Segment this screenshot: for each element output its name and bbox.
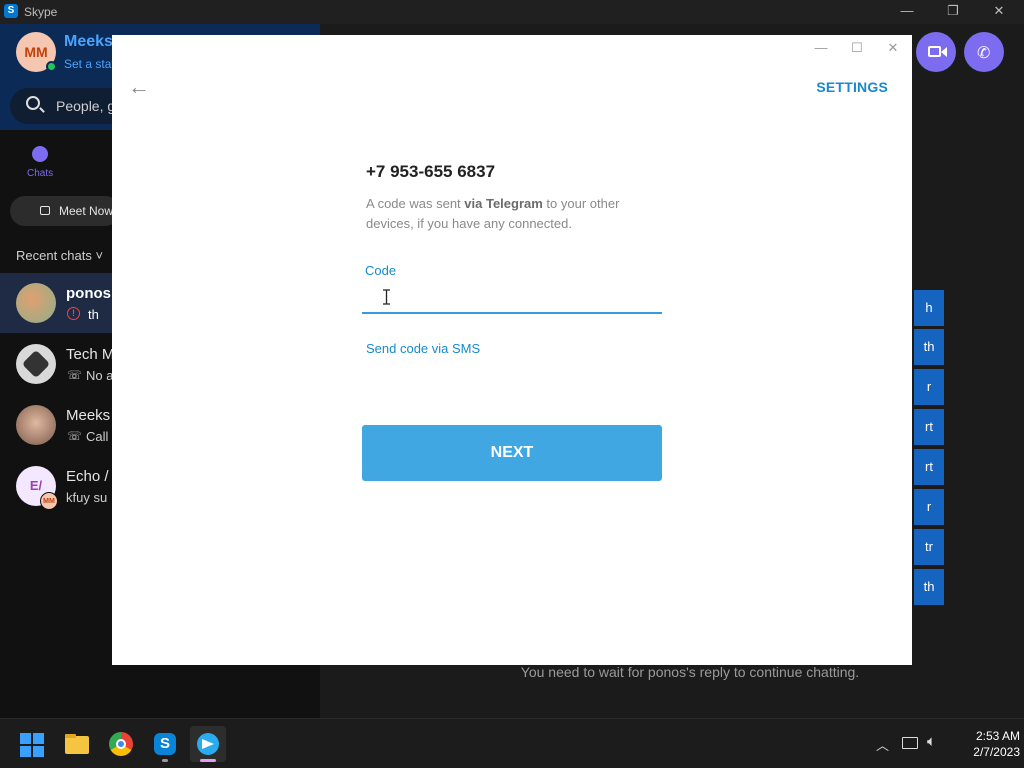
skype-close-button[interactable]: ✕ xyxy=(976,0,1022,24)
message-bubble[interactable]: tr xyxy=(914,529,944,565)
telegram-icon[interactable] xyxy=(190,726,226,762)
desc-prefix: A code was sent xyxy=(366,196,465,211)
send-code-via-sms-link[interactable]: Send code via SMS xyxy=(366,341,480,356)
call-icon: ☏ xyxy=(67,429,83,443)
chat-preview: Call xyxy=(86,429,109,444)
skype-window-title: Skype xyxy=(24,5,58,19)
desc-bold: via Telegram xyxy=(464,196,543,211)
chat-avatar xyxy=(16,405,56,445)
network-icon[interactable] xyxy=(902,737,918,749)
chevron-up-icon[interactable]: ︿ xyxy=(876,735,889,754)
chats-tab-icon[interactable] xyxy=(32,146,48,162)
clock-date: 2/7/2023 xyxy=(973,745,1020,759)
skype-maximize-button[interactable]: ❐ xyxy=(930,0,976,24)
code-sent-description: A code was sent via Telegram to your oth… xyxy=(366,194,666,234)
message-bubble[interactable]: th xyxy=(914,329,944,365)
telegram-minimize-button[interactable]: — xyxy=(811,38,831,58)
search-icon xyxy=(26,96,40,110)
file-explorer-icon[interactable] xyxy=(59,726,95,762)
volume-icon[interactable]: 🔈︎ xyxy=(927,733,936,750)
code-input[interactable] xyxy=(362,284,662,314)
audio-call-button[interactable]: ✆ xyxy=(964,32,1004,72)
message-bubble[interactable]: th xyxy=(914,569,944,605)
wait-for-reply-notice: You need to wait for ponos's reply to co… xyxy=(520,664,860,680)
skype-icon[interactable]: S xyxy=(147,726,183,762)
profile-status-link[interactable]: Set a stat xyxy=(64,57,115,71)
chat-name: Echo / xyxy=(66,468,109,485)
text-cursor-icon xyxy=(383,289,390,305)
video-call-button[interactable] xyxy=(916,32,956,72)
avatar-badge: MM xyxy=(40,492,58,510)
skype-titlebar: S Skype — ❐ ✕ xyxy=(0,0,1024,24)
video-camera-icon xyxy=(928,46,941,57)
telegram-titlebar xyxy=(112,35,912,60)
settings-link[interactable]: SETTINGS xyxy=(812,79,888,95)
phone-number-heading: +7 953-655 6837 xyxy=(366,162,496,181)
phone-icon: ✆ xyxy=(977,45,991,62)
message-bubble[interactable]: r xyxy=(914,369,944,405)
next-button[interactable]: NEXT xyxy=(362,425,662,481)
telegram-close-button[interactable]: ✕ xyxy=(883,38,903,58)
chats-tab-label[interactable]: Chats xyxy=(27,168,53,179)
chrome-icon[interactable] xyxy=(103,726,139,762)
skype-logo-icon: S xyxy=(4,4,18,18)
message-bubble[interactable]: rt xyxy=(914,449,944,485)
message-bubble[interactable]: h xyxy=(914,290,944,326)
windows-start-icon[interactable] xyxy=(20,733,44,757)
clock-time: 2:53 AM xyxy=(975,729,1020,743)
chat-preview: No a xyxy=(86,368,114,383)
taskbar-clock[interactable]: 2:53 AM 2/7/2023 xyxy=(950,728,1020,760)
video-camera-icon xyxy=(40,206,50,215)
chat-avatar xyxy=(16,283,56,323)
chat-name: ponos xyxy=(66,285,111,302)
message-bubble[interactable]: rt xyxy=(914,409,944,445)
code-field-label: Code xyxy=(365,263,397,278)
recent-chats-header[interactable]: Recent chats ˅ xyxy=(16,248,103,263)
chat-name: Meeks xyxy=(66,407,111,424)
message-bubble[interactable]: r xyxy=(914,489,944,525)
chat-preview: kfuy su xyxy=(66,490,108,505)
chat-preview: th xyxy=(88,307,99,322)
call-icon: ☏ xyxy=(67,368,83,382)
skype-minimize-button[interactable]: — xyxy=(884,0,930,24)
skype-search-placeholder: People, g xyxy=(56,98,116,114)
chat-name: Tech M xyxy=(66,346,115,363)
meet-now-button[interactable]: Meet Now xyxy=(10,196,120,226)
back-arrow-icon[interactable]: ← xyxy=(128,76,152,100)
alert-icon: ! xyxy=(67,307,80,320)
online-status-dot xyxy=(46,61,57,72)
profile-name[interactable]: Meeks xyxy=(64,33,113,51)
telegram-maximize-button[interactable]: ☐ xyxy=(847,38,867,58)
meet-now-label: Meet Now xyxy=(59,204,114,218)
telegram-window xyxy=(112,35,912,665)
